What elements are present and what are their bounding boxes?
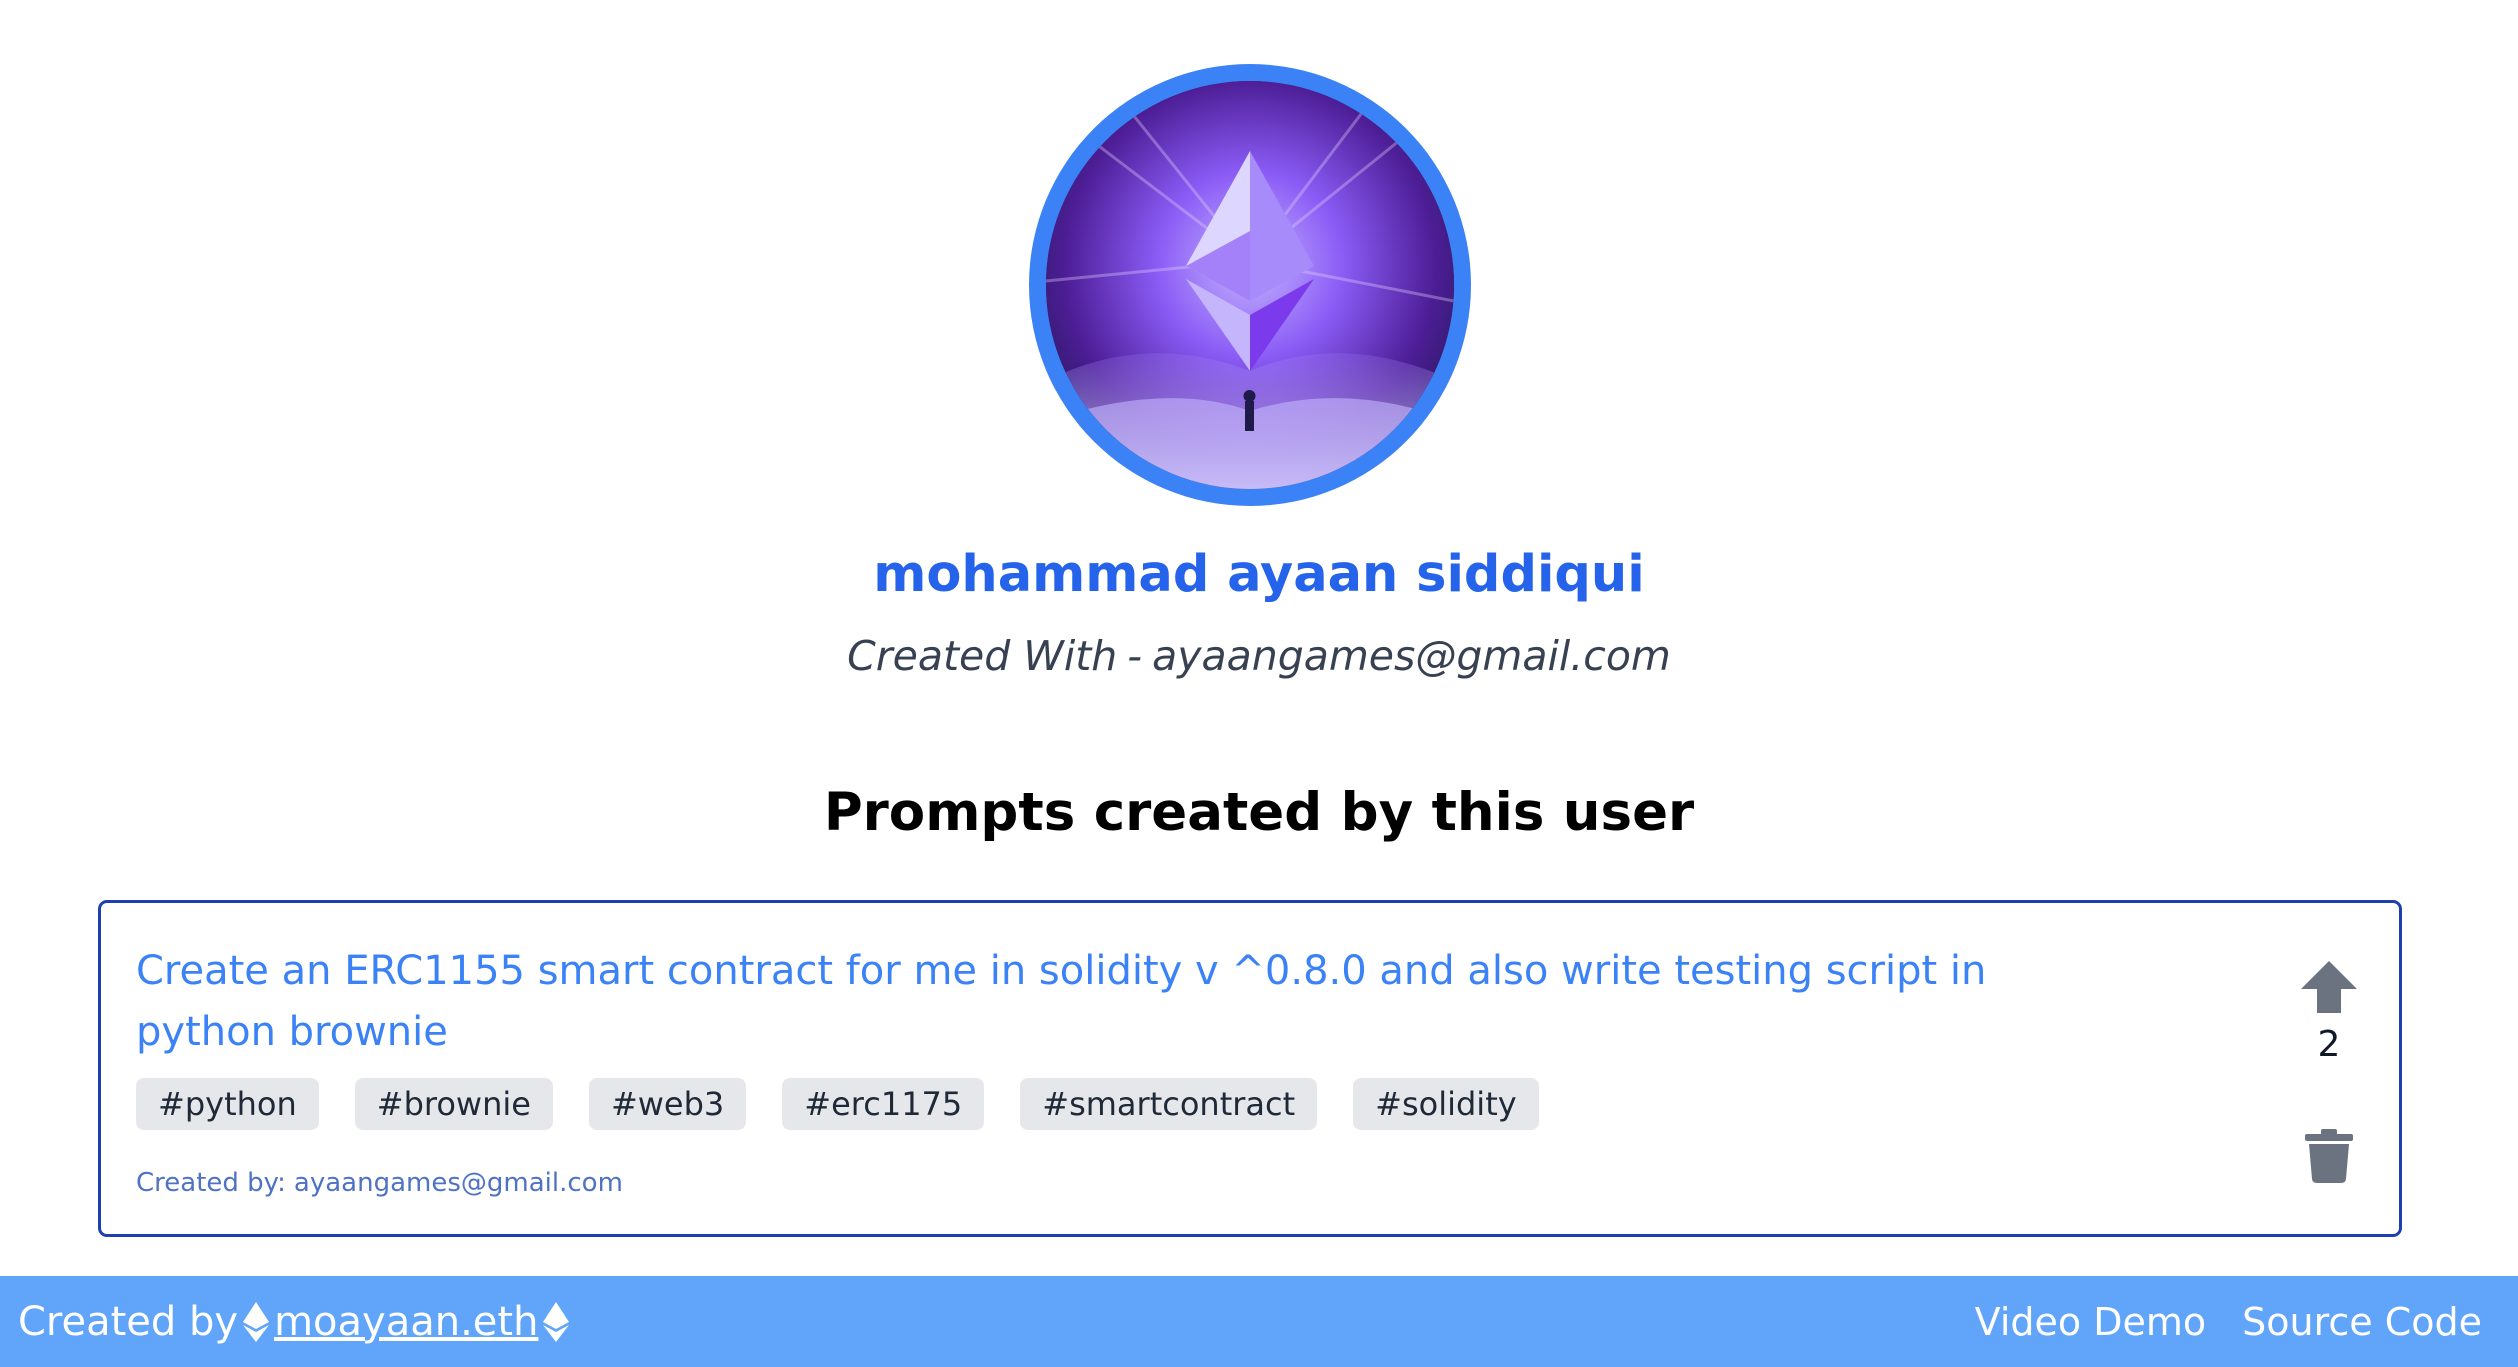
avatar-ring — [1029, 64, 1471, 506]
tag-web3[interactable]: #web3 — [588, 1078, 747, 1130]
prompt-card: Create an ERC1155 smart contract for me … — [98, 900, 2402, 1237]
tag-python[interactable]: #python — [136, 1078, 319, 1130]
ethereum-icon — [543, 1301, 570, 1342]
tag-brownie[interactable]: #brownie — [354, 1078, 553, 1130]
vote-box: 2 — [2299, 959, 2359, 1069]
avatar-image — [1046, 81, 1454, 489]
footer-credit: Created by moayaan.eth — [18, 1276, 574, 1367]
created-with-line: Created With - ayaangames@gmail.com — [0, 628, 2518, 684]
source-code-link[interactable]: Source Code — [2242, 1300, 2482, 1344]
prompt-author-label: Created by: — [136, 1168, 286, 1198]
tag-smartcontract[interactable]: #smartcontract — [1020, 1078, 1318, 1130]
avatar — [1046, 81, 1454, 489]
prompt-author: Created by: ayaangames@gmail.com — [136, 1165, 623, 1201]
prompt-text[interactable]: Create an ERC1155 smart contract for me … — [136, 941, 2086, 1063]
created-with-label: Created With — [847, 632, 1118, 680]
user-name: mohammad ayaan siddiqui — [873, 545, 1645, 604]
ethereum-icon — [243, 1301, 270, 1342]
tag-erc1175[interactable]: #erc1175 — [782, 1078, 985, 1130]
tag-solidity[interactable]: #solidity — [1353, 1078, 1539, 1130]
prompt-author-email: ayaangames@gmail.com — [293, 1168, 623, 1198]
footer-created-by-label: Created by — [18, 1298, 239, 1345]
footer-links: Video Demo Source Code — [1975, 1276, 2482, 1367]
created-with-separator: - — [1127, 632, 1143, 680]
vote-count: 2 — [2317, 1024, 2341, 1065]
user-email: ayaangames@gmail.com — [1152, 632, 1671, 680]
tag-list: #python #brownie #web3 #erc1175 #smartco… — [136, 1078, 1539, 1130]
footer: Created by moayaan.eth Video Demo Source… — [0, 1276, 2518, 1367]
user-profile-page: mohammad ayaan siddiqui Created With - aya… — [0, 0, 2518, 1367]
video-demo-link[interactable]: Video Demo — [1975, 1300, 2206, 1344]
trash-icon[interactable] — [2305, 1129, 2353, 1183]
author-link[interactable]: moayaan.eth — [274, 1299, 538, 1345]
arrow-up-icon[interactable] — [2299, 959, 2359, 1015]
section-title: Prompts created by this user — [823, 782, 1695, 843]
